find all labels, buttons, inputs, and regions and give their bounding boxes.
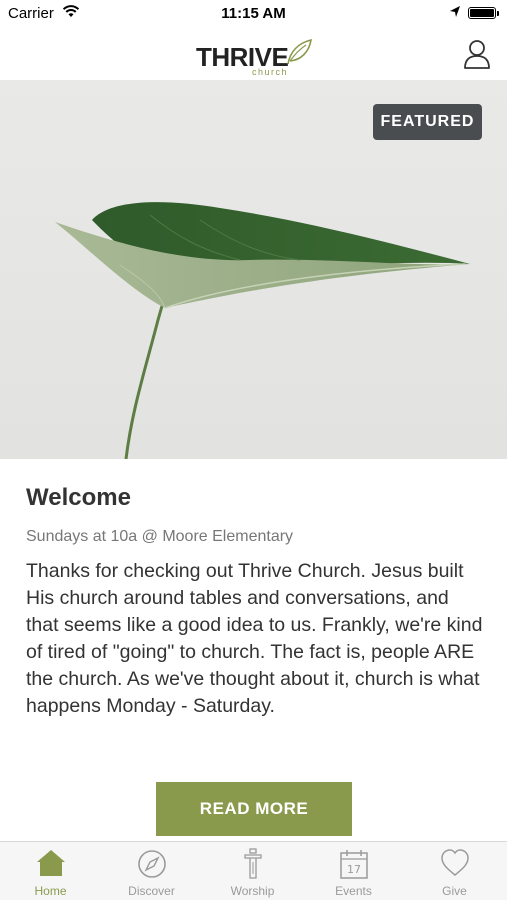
tab-events[interactable]: 17 Events xyxy=(303,842,404,901)
leaf-icon xyxy=(284,37,314,72)
post-body: Thanks for checking out Thrive Church. J… xyxy=(26,560,483,717)
calendar-day: 17 xyxy=(347,863,361,876)
tab-give-label: Give xyxy=(442,884,467,898)
read-more-button[interactable]: READ MORE xyxy=(156,782,352,836)
tab-give[interactable]: Give xyxy=(404,842,505,901)
post-title: Welcome xyxy=(26,484,131,511)
user-icon xyxy=(464,40,490,69)
logo-subtext: church xyxy=(252,67,289,77)
battery-icon xyxy=(468,7,496,19)
featured-badge: FEATURED xyxy=(373,104,482,140)
nav-header: THRIVE church xyxy=(0,28,507,80)
tab-discover-label: Discover xyxy=(128,884,175,898)
tab-bar: Home Discover Worship 17 Events Give xyxy=(0,841,507,900)
worship-icon xyxy=(202,848,303,880)
battery-tip xyxy=(497,11,499,16)
post-content: Welcome Sundays at 10a @ Moore Elementar… xyxy=(26,484,486,720)
thrive-logo: THRIVE church xyxy=(196,37,316,77)
calendar-icon: 17 xyxy=(303,848,404,880)
clock-time: 11:15 AM xyxy=(221,5,286,22)
post-subtitle: Sundays at 10a @ Moore Elementary xyxy=(26,528,294,545)
compass-icon xyxy=(101,848,202,880)
tab-home[interactable]: Home xyxy=(0,842,101,901)
tab-home-label: Home xyxy=(34,884,67,898)
heart-icon xyxy=(404,848,505,880)
profile-button[interactable] xyxy=(462,38,492,70)
status-bar: Carrier 11:15 AM xyxy=(0,0,507,28)
home-icon xyxy=(0,848,101,880)
tab-discover[interactable]: Discover xyxy=(101,842,202,901)
location-arrow-icon xyxy=(449,5,461,23)
tab-worship[interactable]: Worship xyxy=(202,842,303,901)
tab-worship-label: Worship xyxy=(230,884,275,898)
tab-events-label: Events xyxy=(335,884,372,898)
